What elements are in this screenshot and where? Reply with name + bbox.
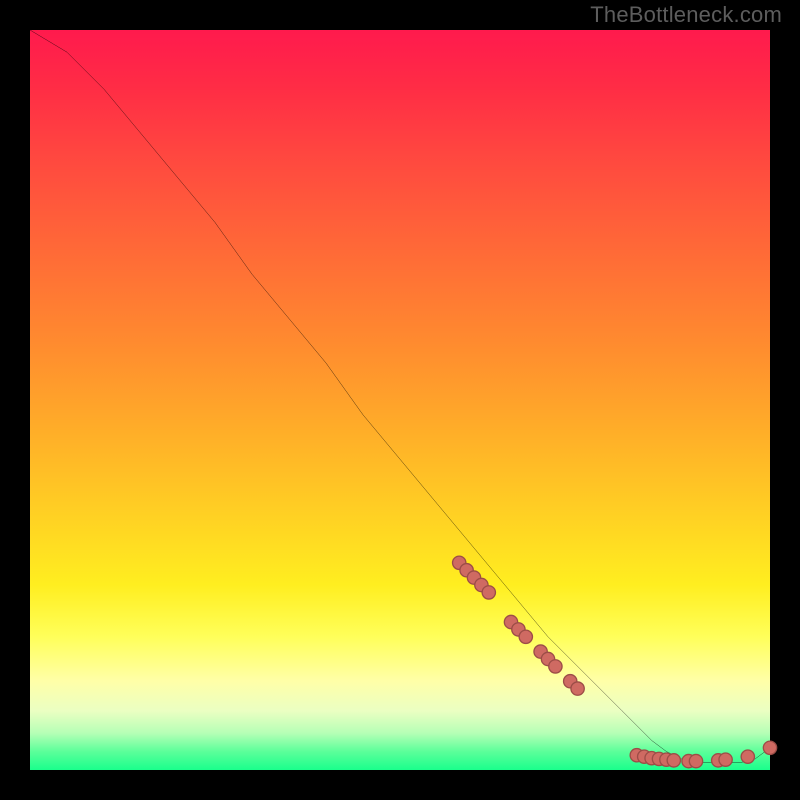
curve-marker bbox=[571, 682, 584, 695]
curve-marker bbox=[741, 750, 754, 763]
curve-marker bbox=[549, 660, 562, 673]
curve-marker bbox=[719, 753, 732, 766]
chart-frame: TheBottleneck.com bbox=[0, 0, 800, 800]
curve-marker bbox=[482, 586, 495, 599]
curve-line bbox=[30, 30, 770, 763]
curve-markers bbox=[453, 556, 777, 768]
curve-marker bbox=[763, 741, 776, 754]
attribution-text: TheBottleneck.com bbox=[590, 2, 782, 28]
curve-marker bbox=[689, 754, 702, 767]
chart-overlay-svg bbox=[30, 30, 770, 770]
curve-marker bbox=[519, 630, 532, 643]
curve-marker bbox=[667, 754, 680, 767]
